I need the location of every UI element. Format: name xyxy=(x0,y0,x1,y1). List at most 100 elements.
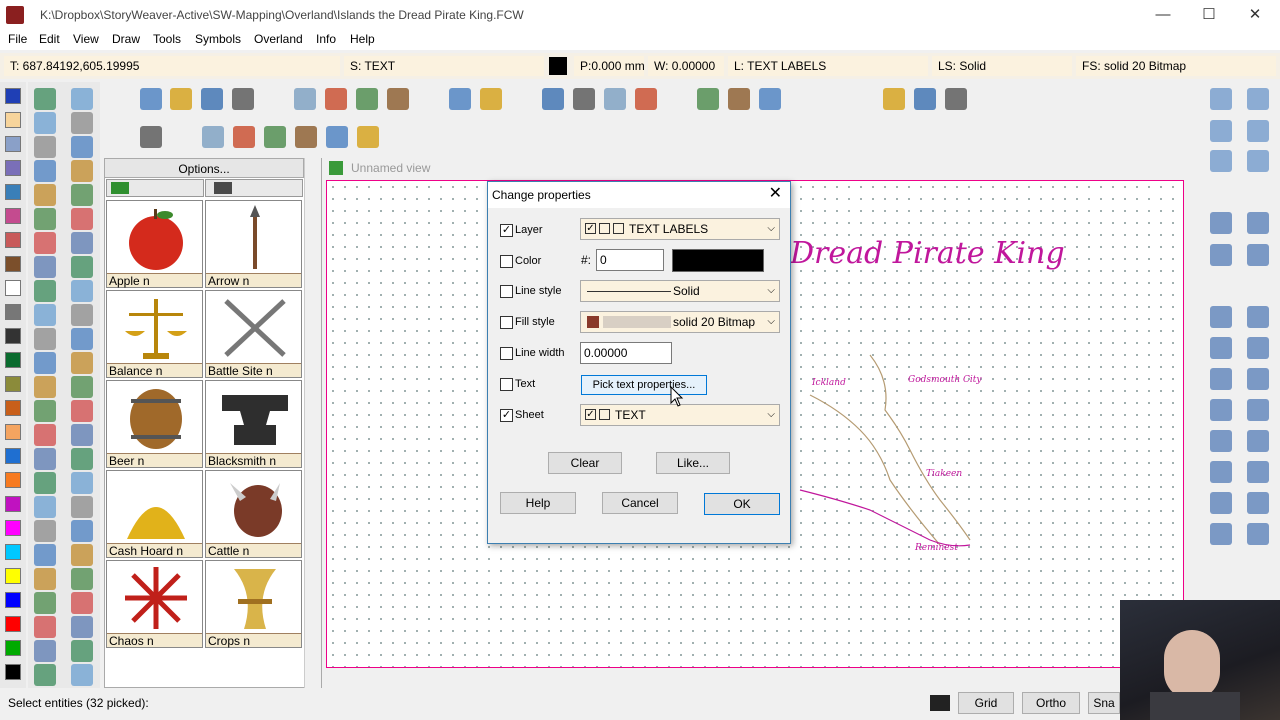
color-swatch[interactable] xyxy=(5,496,21,512)
menu-overland[interactable]: Overland xyxy=(254,32,303,46)
toolbar-button-icon[interactable] xyxy=(697,88,719,110)
color-swatch[interactable] xyxy=(5,280,21,296)
color-swatch[interactable] xyxy=(5,592,21,608)
layer-checkbox[interactable]: ✓ xyxy=(500,224,513,237)
ok-button[interactable]: OK xyxy=(704,493,780,515)
symbol-cell[interactable]: Chaos n xyxy=(106,560,203,648)
maximize-button[interactable]: ☐ xyxy=(1186,0,1232,30)
menu-file[interactable]: File xyxy=(8,32,27,46)
tool-button-icon[interactable] xyxy=(34,352,56,374)
tool-button-icon[interactable] xyxy=(71,304,93,326)
toolbar-button-icon[interactable] xyxy=(914,88,936,110)
help-button[interactable]: Help xyxy=(500,492,576,514)
tool-button-icon[interactable] xyxy=(34,184,56,206)
pick-text-properties-button[interactable]: Pick text properties... xyxy=(581,375,707,395)
layer-visible-checkbox[interactable]: ✓ xyxy=(585,223,596,234)
tool-button-icon[interactable] xyxy=(34,616,56,638)
tool-button-icon[interactable] xyxy=(71,400,93,422)
tool-button-icon[interactable] xyxy=(71,208,93,230)
tool-button-icon[interactable] xyxy=(34,496,56,518)
tool-button-icon[interactable] xyxy=(34,232,56,254)
tool-button-icon[interactable] xyxy=(71,136,93,158)
layer-freeze-checkbox[interactable] xyxy=(599,223,610,234)
tool-button-icon[interactable] xyxy=(71,544,93,566)
tool-button-icon[interactable] xyxy=(71,160,93,182)
layer-dropdown[interactable]: ✓ TEXT LABELS ⌵ xyxy=(580,218,780,240)
text-checkbox[interactable] xyxy=(500,378,513,391)
color-swatch[interactable] xyxy=(5,376,21,392)
menu-info[interactable]: Info xyxy=(316,32,336,46)
color-swatch[interactable] xyxy=(5,232,21,248)
toolbar-button-icon[interactable] xyxy=(140,126,162,148)
tool-button-icon[interactable] xyxy=(71,424,93,446)
tool-button-icon[interactable] xyxy=(34,256,56,278)
menu-edit[interactable]: Edit xyxy=(39,32,60,46)
grid-toggle[interactable]: Grid xyxy=(958,692,1014,714)
line-style-dropdown[interactable]: Solid ⌵ xyxy=(580,280,780,302)
color-swatch[interactable] xyxy=(5,568,21,584)
tool-button-icon[interactable] xyxy=(71,472,93,494)
toolbar-button-icon[interactable] xyxy=(232,88,254,110)
sheet-visible-checkbox[interactable]: ✓ xyxy=(585,409,596,420)
color-swatch[interactable] xyxy=(5,160,21,176)
tool-button-icon[interactable] xyxy=(34,592,56,614)
toolbar-button-icon[interactable] xyxy=(294,88,316,110)
right-tool-button-icon[interactable] xyxy=(1210,244,1232,266)
tool-button-icon[interactable] xyxy=(34,88,56,110)
color-swatch[interactable] xyxy=(5,544,21,560)
fill-style-dropdown[interactable]: solid 20 Bitmap ⌵ xyxy=(580,311,780,333)
tool-button-icon[interactable] xyxy=(34,136,56,158)
toolbar-button-icon[interactable] xyxy=(542,88,564,110)
toolbar-button-icon[interactable] xyxy=(387,88,409,110)
like-button[interactable]: Like... xyxy=(656,452,730,474)
right-tool-button-icon[interactable] xyxy=(1210,120,1232,142)
close-window-button[interactable]: ✕ xyxy=(1232,0,1278,30)
right-tool-button-icon[interactable] xyxy=(1247,88,1269,110)
minimize-button[interactable]: — xyxy=(1140,0,1186,30)
toolbar-button-icon[interactable] xyxy=(635,88,657,110)
tool-button-icon[interactable] xyxy=(71,184,93,206)
color-swatch[interactable] xyxy=(5,88,21,104)
right-tool-button-icon[interactable] xyxy=(1247,368,1269,390)
tool-button-icon[interactable] xyxy=(71,328,93,350)
color-checkbox[interactable] xyxy=(500,255,513,268)
current-color-swatch[interactable] xyxy=(549,57,567,75)
layer-field[interactable]: L: TEXT LABELS xyxy=(728,56,928,76)
symbol-cell[interactable]: Cash Hoard n xyxy=(106,470,203,558)
right-tool-button-icon[interactable] xyxy=(1210,523,1232,545)
toolbar-button-icon[interactable] xyxy=(480,88,502,110)
line-width-input[interactable]: 0.00000 xyxy=(580,342,672,364)
tool-button-icon[interactable] xyxy=(71,520,93,542)
right-tool-button-icon[interactable] xyxy=(1247,120,1269,142)
tool-button-icon[interactable] xyxy=(34,544,56,566)
menu-draw[interactable]: Draw xyxy=(112,32,140,46)
tool-button-icon[interactable] xyxy=(34,400,56,422)
symbol-folder-tab-2[interactable] xyxy=(205,179,303,197)
color-swatch[interactable] xyxy=(5,640,21,656)
toolbar-button-icon[interactable] xyxy=(604,88,626,110)
toolbar-button-icon[interactable] xyxy=(233,126,255,148)
cancel-button[interactable]: Cancel xyxy=(602,492,678,514)
tool-button-icon[interactable] xyxy=(71,376,93,398)
right-tool-button-icon[interactable] xyxy=(1247,430,1269,452)
sheet-checkbox[interactable]: ✓ xyxy=(500,409,513,422)
width-field[interactable]: W: 0.00000 xyxy=(648,56,724,76)
symbol-folder-tab-1[interactable] xyxy=(106,179,204,197)
clear-button[interactable]: Clear xyxy=(548,452,622,474)
color-swatch[interactable] xyxy=(5,256,21,272)
tool-button-icon[interactable] xyxy=(34,376,56,398)
options-button[interactable]: Options... xyxy=(104,158,304,178)
right-tool-button-icon[interactable] xyxy=(1210,150,1232,172)
tool-button-icon[interactable] xyxy=(34,160,56,182)
right-tool-button-icon[interactable] xyxy=(1247,150,1269,172)
color-swatch[interactable] xyxy=(5,184,21,200)
toolbar-button-icon[interactable] xyxy=(326,126,348,148)
right-tool-button-icon[interactable] xyxy=(1210,337,1232,359)
pen-field[interactable]: P:0.000 mm xyxy=(574,56,644,76)
symbols-scrollbar[interactable] xyxy=(304,158,321,688)
tool-button-icon[interactable] xyxy=(71,592,93,614)
right-tool-button-icon[interactable] xyxy=(1210,88,1232,110)
fill-style-field[interactable]: FS: solid 20 Bitmap xyxy=(1076,56,1276,76)
toolbar-button-icon[interactable] xyxy=(140,88,162,110)
tool-button-icon[interactable] xyxy=(71,448,93,470)
